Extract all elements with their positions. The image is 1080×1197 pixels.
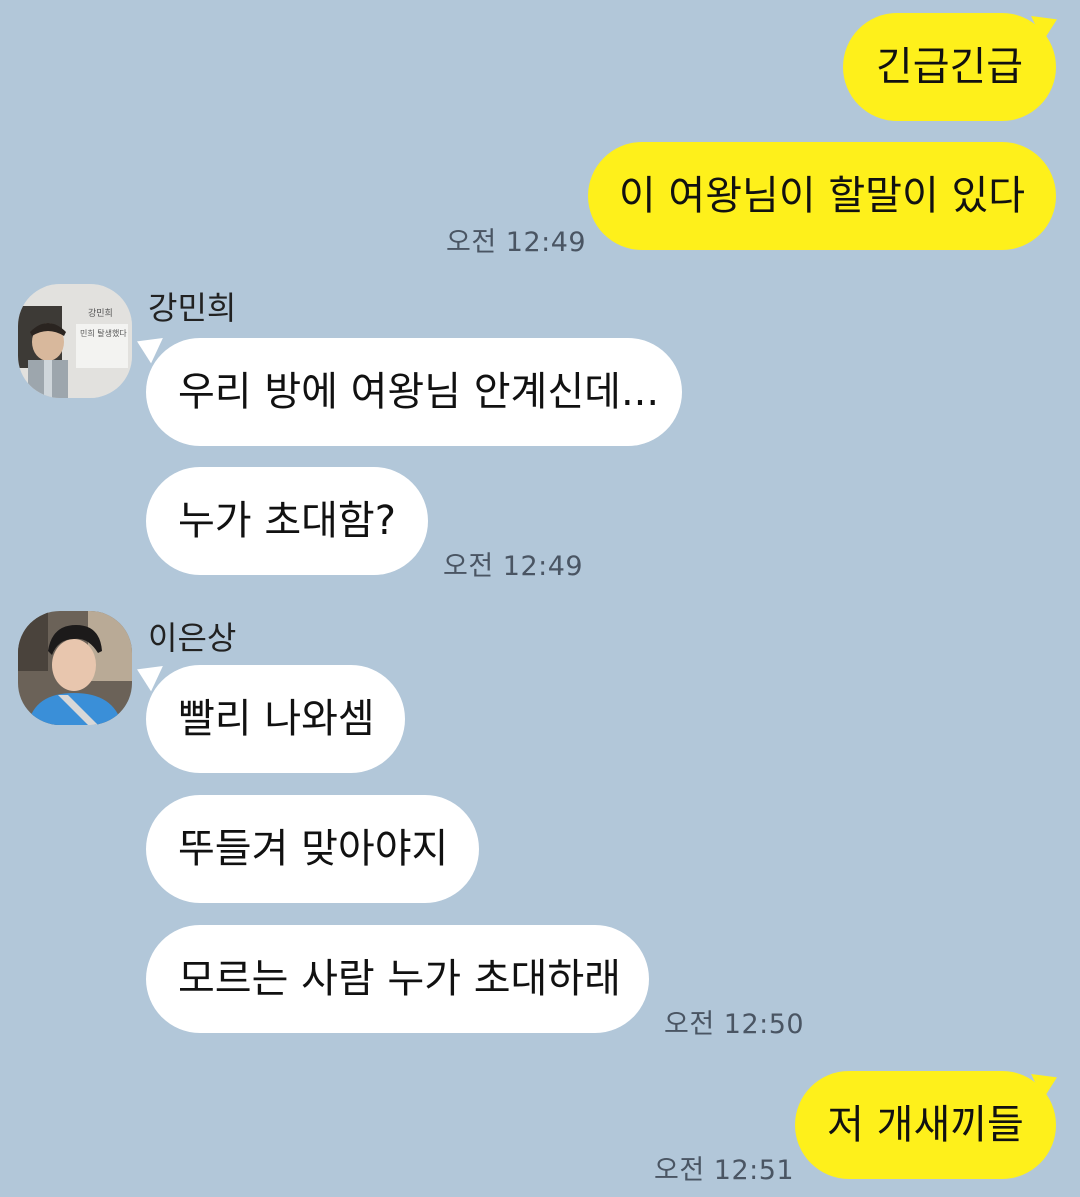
my-message-bubble[interactable]: 이 여왕님이 할말이 있다: [588, 142, 1056, 250]
message-timestamp: 오전 12:51: [654, 1155, 795, 1186]
my-message-bubble[interactable]: 저 개새끼들: [795, 1071, 1056, 1179]
message-text: 저 개새끼들: [827, 1102, 1024, 1148]
message-text: 누가 초대함?: [178, 498, 396, 544]
message-text: 긴급긴급: [875, 44, 1024, 90]
sender-name: 이은상: [148, 619, 237, 657]
avatar-caption-line1: 강민희: [88, 309, 113, 319]
profile-avatar-kangminhee[interactable]: 강민희 민희 탈생했다: [18, 284, 132, 398]
avatar-photo: [18, 284, 132, 398]
message-text: 우리 방에 여왕님 안계신데...: [178, 369, 660, 415]
other-message-bubble[interactable]: 누가 초대함?: [146, 467, 428, 575]
message-timestamp: 오전 12:49: [446, 227, 587, 258]
message-timestamp: 오전 12:49: [443, 551, 584, 582]
other-message-bubble[interactable]: 모르는 사람 누가 초대하래: [146, 925, 649, 1033]
sender-name: 강민희: [148, 289, 237, 327]
other-message-bubble[interactable]: 우리 방에 여왕님 안계신데...: [146, 338, 682, 446]
message-text: 빨리 나와셈: [178, 696, 375, 742]
avatar-caption-line2: 민희 탈생했다: [80, 329, 127, 338]
other-message-bubble[interactable]: 빨리 나와셈: [146, 665, 405, 773]
message-text: 모르는 사람 누가 초대하래: [178, 956, 621, 1002]
message-timestamp: 오전 12:50: [664, 1009, 805, 1040]
message-text: 이 여왕님이 할말이 있다: [618, 173, 1026, 219]
other-message-bubble[interactable]: 뚜들겨 맞아야지: [146, 795, 479, 903]
profile-avatar-leeeunsang[interactable]: [18, 611, 132, 725]
message-text: 뚜들겨 맞아야지: [178, 826, 449, 872]
avatar-photo: [18, 611, 132, 725]
my-message-bubble[interactable]: 긴급긴급: [843, 13, 1056, 121]
